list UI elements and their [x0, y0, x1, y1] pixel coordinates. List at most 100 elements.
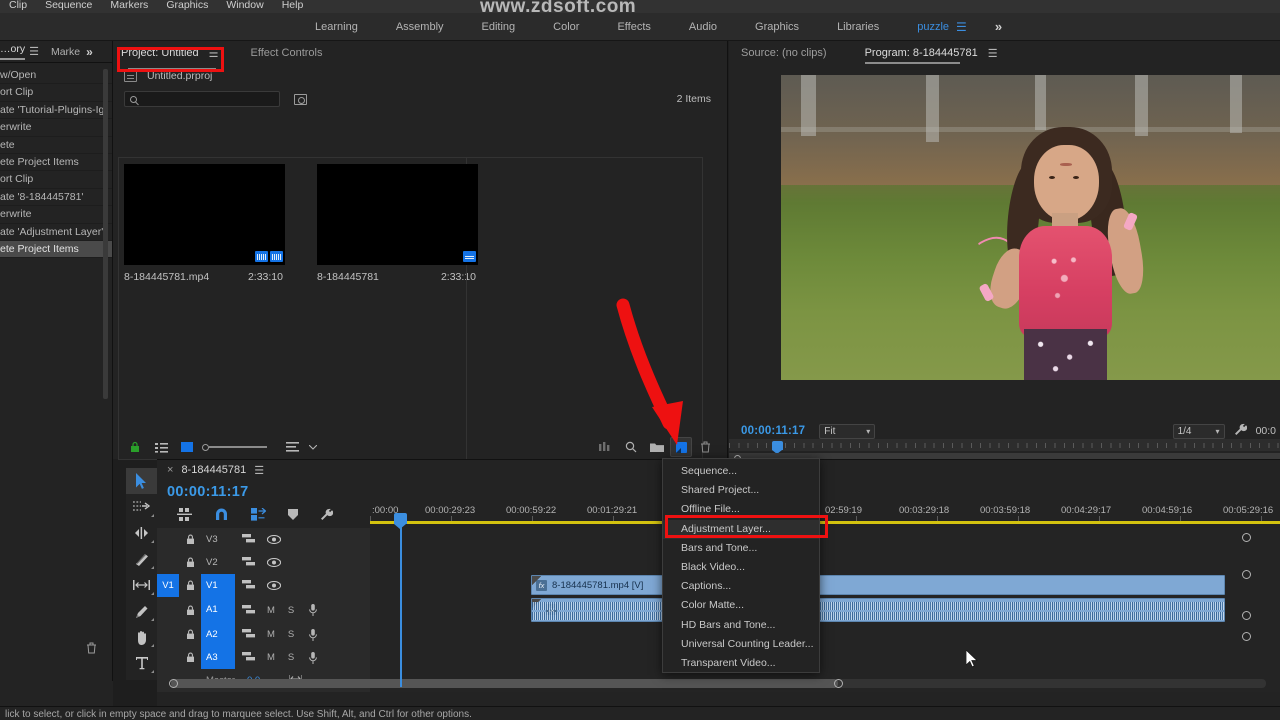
tab-effect-controls[interactable]: Effect Controls [251, 47, 323, 59]
program-monitor-video[interactable] [781, 75, 1280, 380]
history-item-selected[interactable]: ete Project Items [0, 240, 112, 259]
linked-selection-icon[interactable] [251, 507, 267, 524]
workspace-burger-icon[interactable]: ☰ [956, 20, 967, 34]
freeform-view-icon[interactable] [592, 442, 618, 452]
track-name-a1[interactable]: A1 [201, 597, 235, 623]
new-item-button[interactable] [670, 437, 692, 457]
mute-button-a2[interactable]: M [261, 629, 281, 640]
solo-button-a2[interactable]: S [281, 629, 301, 640]
thumbnail-zoom-slider[interactable] [202, 443, 267, 451]
sort-icon[interactable] [279, 442, 305, 452]
track-keyframe-right-3[interactable] [1242, 611, 1251, 620]
workspace-more-icon[interactable]: » [995, 19, 1002, 34]
sync-lock-icon[interactable] [235, 557, 261, 568]
lock-icon[interactable] [179, 557, 201, 568]
timeline-audio-clip[interactable]: fx [531, 598, 1225, 622]
history-item[interactable]: ate 'Adjustment Layer' [0, 224, 112, 241]
pen-tool[interactable] [126, 598, 157, 624]
workspace-tab-learning[interactable]: Learning [296, 21, 377, 33]
history-item[interactable]: erwrite [0, 206, 112, 224]
project-burger-icon[interactable]: ☰ [209, 47, 219, 60]
track-keyframe-right-2[interactable] [1242, 570, 1251, 579]
voice-record-icon[interactable] [301, 604, 325, 616]
timeline-work-area-bar[interactable] [370, 521, 1280, 524]
timeline-playhead-marker[interactable] [394, 513, 407, 529]
history-burger-icon[interactable]: ☰ [29, 45, 39, 58]
scrollbar-left-handle[interactable] [169, 679, 178, 688]
hand-tool[interactable] [126, 624, 157, 650]
sync-lock-icon[interactable] [235, 604, 261, 616]
tab-project-untitled[interactable]: Project: Untitled [121, 47, 199, 59]
new-bin-icon[interactable] [644, 442, 670, 453]
track-body-v2[interactable] [370, 551, 1280, 574]
settings-wrench-icon[interactable] [1234, 423, 1247, 439]
track-select-forward-tool[interactable] [126, 494, 157, 520]
history-scrollbar[interactable] [103, 69, 108, 399]
timeline-playhead-timecode[interactable]: 00:00:11:17 [167, 484, 249, 500]
tab-source-monitor[interactable]: Source: (no clips) [741, 47, 827, 59]
menu-item-window[interactable]: Window [217, 0, 272, 12]
sort-chevron-down-icon[interactable] [305, 444, 321, 450]
voice-record-icon[interactable] [301, 628, 325, 641]
project-item-thumbnail[interactable] [317, 164, 478, 265]
program-timecode[interactable]: 00:00:11:17 [741, 425, 805, 437]
menu-item-color-matte[interactable]: Color Matte... [663, 596, 819, 615]
workspace-tab-color[interactable]: Color [534, 21, 598, 33]
project-item[interactable]: 8-184445781.mp4 2:33:10 [124, 164, 301, 283]
history-item[interactable]: ete Project Items [0, 154, 112, 172]
clear-trash-icon[interactable] [692, 441, 718, 453]
timeline-wrench-icon[interactable] [320, 508, 334, 524]
menu-item-bars-and-tone[interactable]: Bars and Tone... [663, 539, 819, 558]
track-body-a1[interactable]: fx [370, 597, 1280, 623]
search-field[interactable] [141, 93, 271, 105]
marker-icon[interactable] [288, 509, 298, 523]
icon-view-icon[interactable] [174, 442, 200, 452]
tab-markers[interactable]: Marke [51, 46, 80, 58]
history-item[interactable]: ate '8-184445781' [0, 189, 112, 207]
lock-icon[interactable] [179, 629, 201, 640]
lock-icon[interactable] [179, 534, 201, 545]
tab-program-monitor[interactable]: Program: 8-184445781 [864, 47, 978, 64]
history-item[interactable]: ate 'Tutorial-Plugins-Ig [0, 102, 112, 120]
sync-lock-icon[interactable] [235, 652, 261, 663]
history-more-icon[interactable]: » [86, 45, 93, 59]
track-name-v3[interactable]: V3 [201, 528, 235, 551]
menu-item-adjustment-layer[interactable]: Adjustment Layer... [663, 519, 819, 539]
playback-resolution-select[interactable]: 1/4 ▾ [1172, 423, 1225, 439]
track-body-v3[interactable] [370, 528, 1280, 551]
menu-item-sequence[interactable]: Sequence... [663, 462, 819, 481]
tab-history[interactable]: …ory [0, 43, 26, 60]
timeline-burger-icon[interactable]: ☰ [254, 464, 264, 477]
close-icon[interactable]: × [167, 464, 173, 476]
timeline-video-clip[interactable]: fx 8-184445781.mp4 [V] [531, 575, 1225, 595]
solo-button-a3[interactable]: S [281, 652, 301, 663]
razor-tool[interactable] [126, 546, 157, 572]
workspace-tab-puzzle[interactable]: puzzle [898, 21, 956, 33]
history-item[interactable]: w/Open [0, 67, 112, 85]
track-visibility-icon[interactable] [261, 558, 287, 567]
timeline-horizontal-scrollbar[interactable] [169, 679, 1266, 688]
menu-item-sequence[interactable]: Sequence [36, 0, 101, 12]
sync-lock-icon[interactable] [235, 580, 261, 591]
track-keyframe-right-4[interactable] [1242, 632, 1251, 641]
find-bin-icon[interactable] [294, 93, 307, 105]
menu-item-help[interactable]: Help [273, 0, 313, 12]
monitor-time-ruler[interactable] [729, 439, 1280, 451]
workspace-tab-effects[interactable]: Effects [598, 21, 669, 33]
track-body-a3[interactable] [370, 646, 1280, 669]
scrollbar-handle[interactable] [171, 679, 838, 688]
mute-button-a3[interactable]: M [261, 652, 281, 663]
track-header-v3[interactable]: V3 [157, 528, 370, 551]
menu-item-markers[interactable]: Markers [101, 0, 157, 12]
track-name-v1[interactable]: V1 [201, 574, 235, 597]
nest-icon[interactable] [177, 508, 192, 524]
workspace-tab-editing[interactable]: Editing [463, 21, 535, 33]
track-header-a3[interactable]: A3 M S [157, 646, 370, 669]
track-visibility-icon[interactable] [261, 581, 287, 590]
zoom-level-select[interactable]: Fit ▾ [819, 423, 876, 439]
workspace-tab-audio[interactable]: Audio [670, 21, 736, 33]
solo-button-a1[interactable]: S [281, 605, 301, 616]
track-keyframe-right-1[interactable] [1242, 533, 1251, 542]
menu-item-transparent-video[interactable]: Transparent Video... [663, 654, 819, 673]
history-item[interactable]: ort Clip [0, 84, 112, 102]
